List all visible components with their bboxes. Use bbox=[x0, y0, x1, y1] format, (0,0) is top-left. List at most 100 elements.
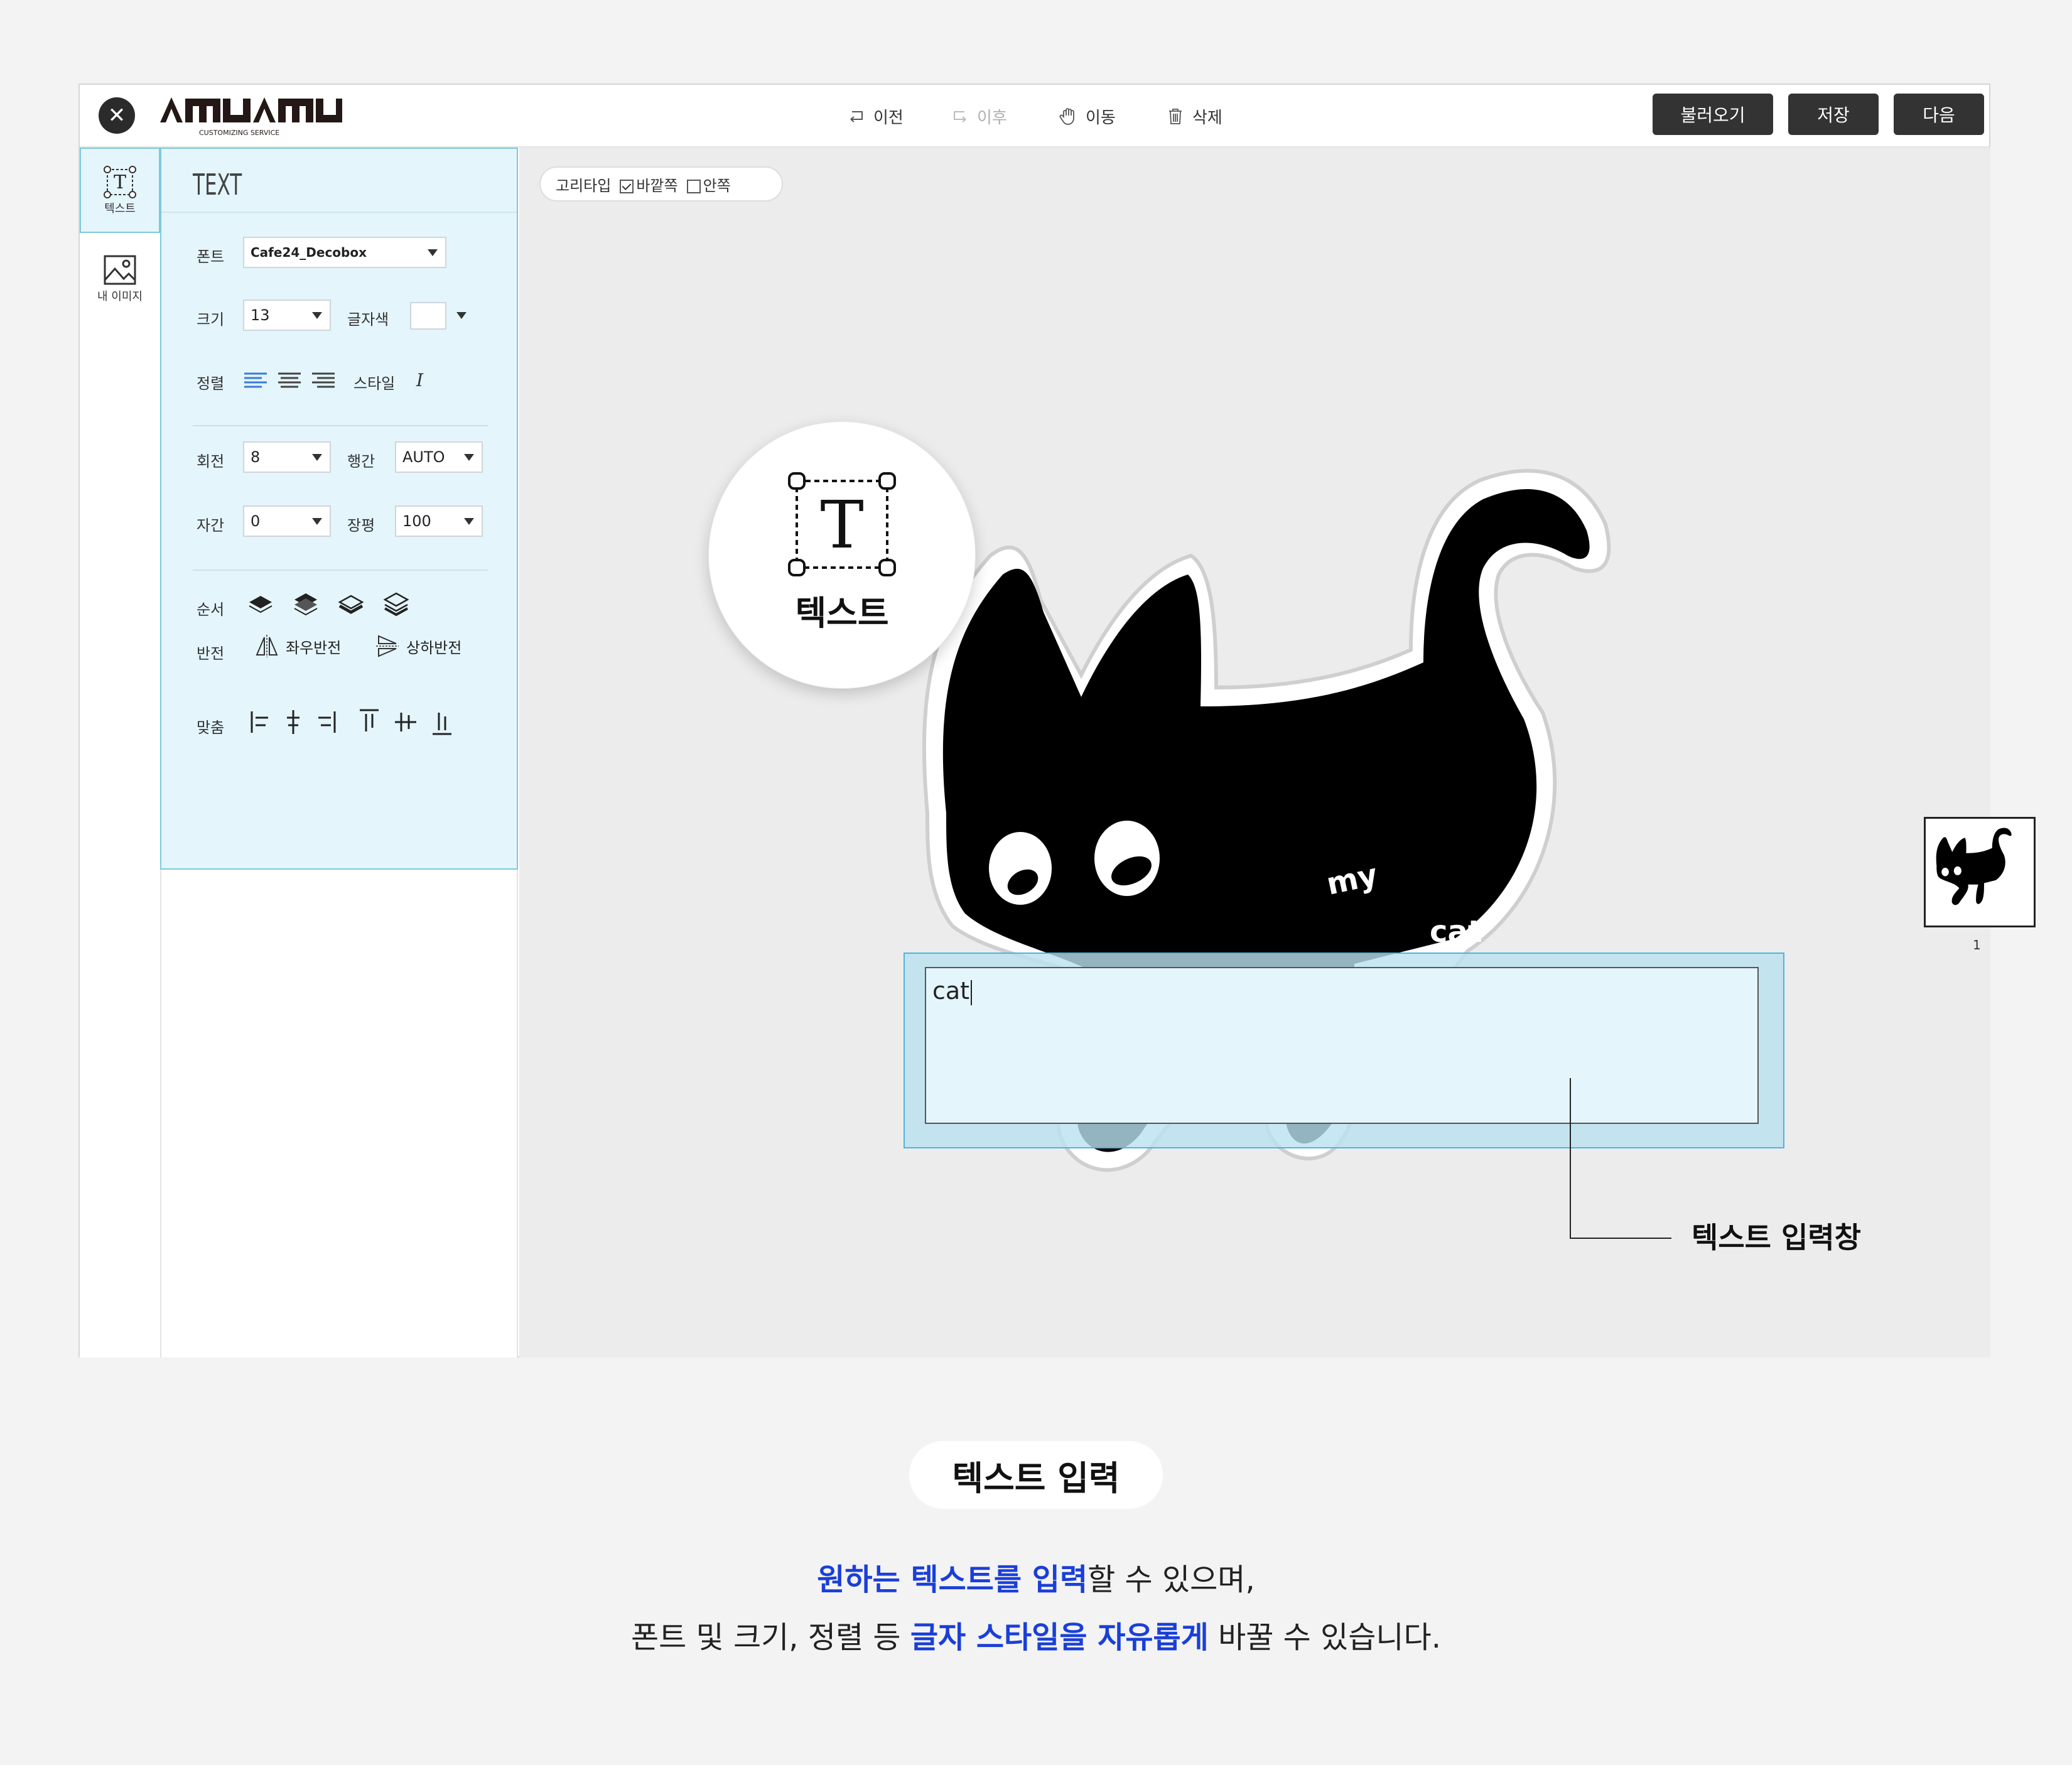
cat-sticker[interactable]: my cat bbox=[915, 411, 1719, 1328]
rotate-select[interactable]: 8 bbox=[243, 441, 331, 473]
feature-title: 텍스트 입력 bbox=[909, 1441, 1163, 1509]
font-select[interactable]: Cafe24_Decobox bbox=[243, 237, 446, 268]
text-caret bbox=[971, 980, 973, 1005]
panel-title: TEXT bbox=[193, 168, 242, 202]
next-button[interactable]: 다음 bbox=[1894, 94, 1984, 135]
chevron-down-icon[interactable] bbox=[456, 312, 467, 319]
loop-type-options: 고리타입 바깥쪽 안쪽 bbox=[539, 166, 783, 202]
undo-label: 이전 bbox=[873, 108, 904, 127]
text-input-field[interactable]: cat bbox=[925, 967, 1759, 1124]
text-icon: T bbox=[788, 472, 896, 576]
checkbox-checked-icon bbox=[620, 179, 634, 193]
size-value: 13 bbox=[251, 306, 270, 324]
align-obj-left-icon bbox=[251, 711, 268, 733]
size-select[interactable]: 13 bbox=[243, 300, 331, 331]
section-divider bbox=[193, 569, 488, 571]
send-backward-icon bbox=[338, 595, 364, 614]
close-icon: ✕ bbox=[107, 103, 126, 128]
line-height-value: AUTO bbox=[402, 448, 445, 466]
align-obj-hcenter-icon bbox=[287, 710, 299, 734]
checkbox-icon bbox=[686, 179, 701, 193]
rotate-label: 회전 bbox=[197, 453, 225, 470]
tab-text-label: 텍스트 bbox=[104, 202, 136, 215]
image-icon bbox=[104, 255, 136, 285]
loop-type-label: 고리타입 bbox=[556, 176, 612, 195]
alignment-buttons[interactable] bbox=[249, 706, 463, 738]
letter-spacing-label: 자간 bbox=[197, 517, 225, 534]
tool-sidebar: T 텍스트 내 이미지 bbox=[80, 148, 161, 1357]
align-obj-right-icon bbox=[318, 711, 336, 733]
align-left-icon bbox=[244, 372, 267, 388]
trash-icon bbox=[1169, 109, 1182, 124]
tab-text[interactable]: T 텍스트 bbox=[80, 148, 160, 233]
chevron-down-icon bbox=[464, 454, 474, 461]
inside-label: 안쪽 bbox=[703, 176, 731, 195]
flip-horizontal-button[interactable]: 좌우반전 bbox=[254, 634, 341, 659]
move-label: 이동 bbox=[1086, 108, 1116, 127]
description-line-2: 폰트 및 크기, 정렬 등 글자 스타일을 자유롭게 바꿀 수 있습니다. bbox=[0, 1612, 2072, 1656]
chevron-down-icon bbox=[312, 454, 322, 461]
outside-checkbox[interactable]: 바깥쪽 bbox=[620, 173, 678, 195]
align-obj-top-icon bbox=[360, 709, 379, 731]
align-buttons[interactable] bbox=[243, 370, 343, 391]
text-tool-callout-label: 텍스트 bbox=[795, 593, 889, 633]
order-label: 순서 bbox=[197, 601, 225, 618]
redo-button[interactable]: 이후 bbox=[949, 104, 1007, 129]
redo-icon bbox=[954, 111, 966, 122]
line-height-select[interactable]: AUTO bbox=[395, 441, 483, 473]
align-right-icon bbox=[312, 372, 335, 388]
char-width-value: 100 bbox=[402, 512, 431, 530]
tab-my-image[interactable]: 내 이미지 bbox=[80, 235, 160, 321]
letter-spacing-select[interactable]: 0 bbox=[243, 505, 331, 537]
flip-label: 반전 bbox=[197, 645, 225, 662]
color-swatch[interactable] bbox=[410, 302, 446, 330]
size-label: 크기 bbox=[197, 311, 225, 328]
chevron-down-icon bbox=[312, 518, 322, 525]
align-obj-vcenter-icon bbox=[395, 713, 416, 731]
char-width-label: 장평 bbox=[347, 517, 375, 534]
layer-order-buttons[interactable] bbox=[248, 588, 424, 620]
font-label: 폰트 bbox=[197, 248, 225, 266]
save-button[interactable]: 저장 bbox=[1788, 94, 1879, 135]
delete-button[interactable]: 삭제 bbox=[1165, 104, 1222, 129]
text-tool-callout: T 텍스트 bbox=[708, 421, 976, 689]
section-divider bbox=[193, 425, 488, 426]
line-height-label: 행간 bbox=[347, 453, 375, 470]
flip-vertical-button[interactable]: 상하반전 bbox=[375, 634, 461, 659]
svg-text:T: T bbox=[114, 171, 126, 193]
load-button[interactable]: 불러오기 bbox=[1653, 94, 1773, 135]
callout-line bbox=[1570, 1078, 1571, 1239]
align-label: 정렬 bbox=[197, 375, 225, 392]
flip-horizontal-icon bbox=[256, 635, 278, 657]
move-button[interactable]: 이동 bbox=[1058, 104, 1116, 129]
top-toolbar: ✕ CUSTOMIZING SERVICE 이전 이후 이동 삭제 불러오기 저… bbox=[80, 85, 1989, 148]
letter-spacing-value: 0 bbox=[251, 512, 261, 530]
property-panel: TEXT 폰트 Cafe24_Decobox 크기 13 글자색 정렬 스타일 … bbox=[160, 148, 518, 1357]
flip-vertical-icon bbox=[376, 635, 399, 657]
bring-forward-icon bbox=[294, 593, 318, 616]
chevron-down-icon bbox=[464, 518, 474, 525]
cat-thumbnail-image bbox=[1936, 828, 2012, 905]
inside-checkbox[interactable]: 안쪽 bbox=[686, 173, 731, 195]
svg-text:T: T bbox=[820, 487, 863, 563]
undo-button[interactable]: 이전 bbox=[846, 104, 904, 129]
align-center-icon bbox=[278, 372, 301, 388]
char-width-select[interactable]: 100 bbox=[395, 505, 483, 537]
panel-divider bbox=[161, 212, 517, 213]
page-thumbnail[interactable] bbox=[1924, 817, 2036, 927]
close-button[interactable]: ✕ bbox=[99, 97, 135, 134]
hand-icon bbox=[1059, 108, 1074, 125]
bring-to-front-icon bbox=[249, 596, 272, 613]
text-icon: T bbox=[104, 166, 136, 198]
font-value: Cafe24_Decobox bbox=[251, 245, 367, 260]
text-input-callout-label: 텍스트 입력창 bbox=[1692, 1221, 1861, 1255]
outside-label: 바깥쪽 bbox=[636, 176, 678, 195]
tab-my-image-label: 내 이미지 bbox=[97, 290, 143, 303]
flip-vertical-label: 상하반전 bbox=[406, 639, 462, 657]
italic-button[interactable]: I bbox=[416, 370, 423, 391]
text-settings-panel: TEXT 폰트 Cafe24_Decobox 크기 13 글자색 정렬 스타일 … bbox=[160, 148, 518, 870]
sticker-text-cat: cat bbox=[1430, 914, 1482, 949]
rotate-value: 8 bbox=[251, 448, 261, 466]
undo-icon bbox=[850, 111, 863, 122]
description-line-1: 원하는 텍스트를 입력할 수 있으며, bbox=[0, 1555, 2072, 1599]
